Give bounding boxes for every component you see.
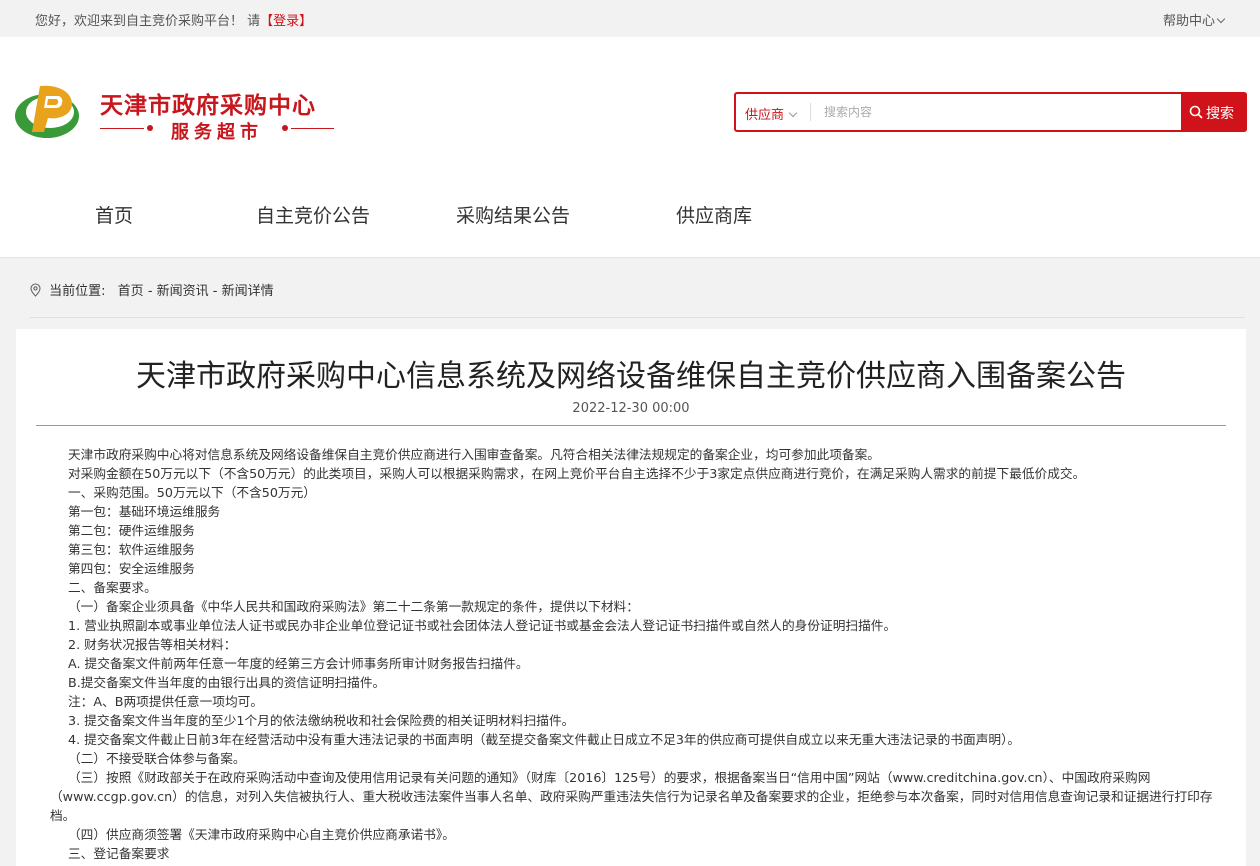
site-header: 天津市政府采购中心 服务超市 供应商 搜索 首页 自主竞价公告 采购结果公告 供…: [0, 37, 1260, 258]
welcome-message: 您好，欢迎来到自主竞价采购平台！ 请【登录】: [35, 10, 312, 29]
article-paragraph: 第四包：安全运维服务: [68, 561, 195, 576]
nav-item-home[interactable]: 首页: [95, 201, 133, 228]
top-bar: 您好，欢迎来到自主竞价采购平台！ 请【登录】 帮助中心: [0, 0, 1260, 37]
breadcrumb-separator: -: [143, 284, 157, 299]
chevron-down-icon: [1216, 14, 1226, 24]
article-paragraph: 2. 财务状况报告等相关材料：: [68, 637, 237, 652]
search-icon: [1189, 105, 1203, 119]
article-paragraph: （一）备案企业须具备《中华人民共和国政府采购法》第二十二条第一款规定的条件，提供…: [68, 599, 639, 614]
article-date: 2022-12-30 00:00: [572, 401, 690, 416]
article-paragraph: 第一包：基础环境运维服务: [68, 504, 221, 519]
nav-item-bidding-notices[interactable]: 自主竞价公告: [256, 201, 370, 228]
nav-item-result-notices[interactable]: 采购结果公告: [456, 201, 570, 228]
welcome-text: 您好，欢迎来到自主竞价采购平台！ 请: [35, 14, 261, 29]
breadcrumb-current: 新闻详情: [221, 284, 274, 299]
logo-title: 天津市政府采购中心: [100, 93, 316, 119]
article-paragraph: 三、登记备案要求: [68, 846, 170, 861]
article-paragraph: 第三包：软件运维服务: [68, 542, 195, 557]
breadcrumb-divider: [30, 317, 1245, 318]
article-card: 天津市政府采购中心信息系统及网络设备维保自主竞价供应商入围备案公告 2022-1…: [16, 329, 1246, 866]
article-body: 天津市政府采购中心将对信息系统及网络设备维保自主竞价供应商进行入围审查备案。凡符…: [50, 445, 1228, 863]
search-category-select[interactable]: 供应商: [745, 104, 798, 123]
article-paragraph: 天津市政府采购中心将对信息系统及网络设备维保自主竞价供应商进行入围审查备案。凡符…: [68, 447, 880, 462]
search-category-value: 供应商: [745, 108, 785, 123]
chevron-down-icon: [788, 108, 798, 118]
article-paragraph: 4. 提交备案文件截止日前3年在经营活动中没有重大违法记录的书面声明（截至提交备…: [68, 732, 1021, 747]
breadcrumb-news[interactable]: 新闻资讯: [157, 284, 209, 299]
article-paragraph: （四）供应商须签署《天津市政府采购中心自主竞价供应商承诺书》。: [68, 827, 455, 842]
main-nav: 首页 自主竞价公告 采购结果公告 供应商库: [0, 197, 1260, 237]
nav-item-supplier-library[interactable]: 供应商库: [676, 201, 752, 228]
location-pin-icon: [30, 283, 41, 297]
article-paragraph: 一、采购范围。50万元以下（不含50万元）: [68, 485, 316, 500]
search-input[interactable]: [824, 100, 1164, 124]
logo-line-right: [291, 128, 334, 129]
article-paragraph: （二）不接受联合体参与备案。: [68, 751, 246, 766]
article-paragraph: （三）按照《财政部关于在政府采购活动中查询及使用信用记录有关问题的通知》（财库〔…: [50, 770, 1213, 823]
article-paragraph: 对采购金额在50万元以下（不含50万元）的此类项目，采购人可以根据采购需求，在网…: [68, 466, 1086, 481]
logo-subtitle-row: 服务超市: [100, 118, 334, 143]
article-paragraph: 1. 营业执照副本或事业单位法人证书或民办非企业单位登记证书或社会团体法人登记证…: [68, 618, 897, 633]
login-link[interactable]: 【登录】: [260, 14, 312, 29]
search-divider: [810, 103, 811, 121]
search-button[interactable]: 搜索: [1181, 92, 1247, 132]
breadcrumb: 当前位置: 首页 - 新闻资讯 - 新闻详情: [30, 280, 274, 299]
article-title: 天津市政府采购中心信息系统及网络设备维保自主竞价供应商入围备案公告: [136, 359, 1126, 394]
article-divider: [36, 425, 1226, 426]
site-logo[interactable]: 天津市政府采购中心 服务超市: [14, 82, 344, 146]
article-paragraph: 注：A、B两项提供任意一项均可。: [68, 694, 264, 709]
help-center-label: 帮助中心: [1162, 14, 1215, 29]
logo-dot-right: [282, 125, 288, 131]
breadcrumb-separator: -: [208, 284, 222, 299]
article-paragraph: 3. 提交备案文件当年度的至少1个月的依法缴纳税收和社会保险费的相关证明材料扫描…: [68, 713, 575, 728]
article-paragraph: 二、备案要求。: [68, 580, 157, 595]
breadcrumb-label: 当前位置:: [49, 284, 106, 299]
logo-subtitle: 服务超市: [171, 122, 263, 143]
article-paragraph: B.提交备案文件当年度的由银行出具的资信证明扫描件。: [68, 675, 386, 690]
help-center-menu[interactable]: 帮助中心: [1162, 10, 1226, 29]
search-bar: 供应商 搜索: [734, 92, 1247, 132]
breadcrumb-home[interactable]: 首页: [118, 284, 144, 299]
article-paragraph: 第二包：硬件运维服务: [68, 523, 195, 538]
logo-emblem-icon: [15, 85, 79, 138]
search-button-label: 搜索: [1206, 106, 1234, 122]
article-paragraph: A. 提交备案文件前两年任意一年度的经第三方会计师事务所审计财务报告扫描件。: [68, 656, 529, 671]
